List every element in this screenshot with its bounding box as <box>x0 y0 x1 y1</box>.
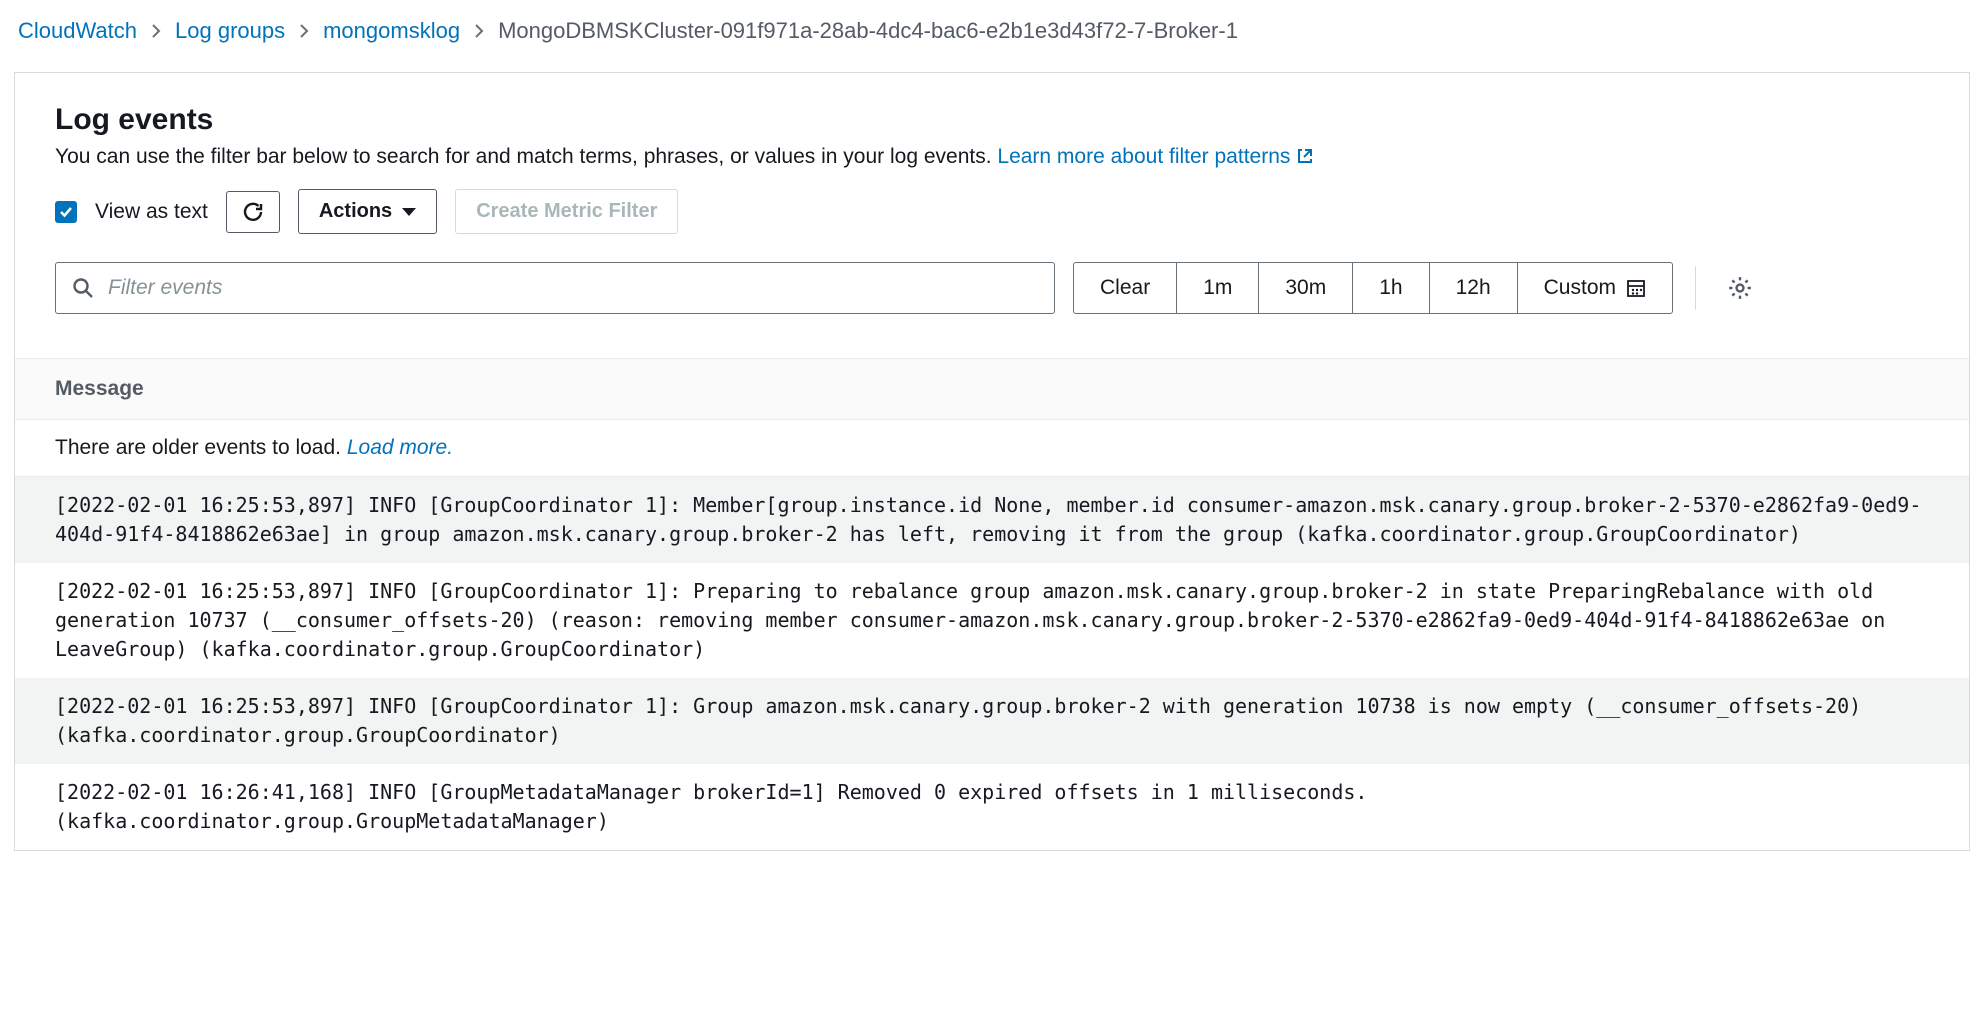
filter-events-search[interactable] <box>55 262 1055 314</box>
search-icon <box>72 277 94 299</box>
refresh-icon <box>241 200 265 224</box>
learn-more-link[interactable]: Learn more about filter patterns <box>997 145 1314 168</box>
log-event-row: [2022-02-01 16:25:53,897] INFO [GroupCoo… <box>15 563 1969 678</box>
breadcrumb: CloudWatch Log groups mongomsklog MongoD… <box>0 0 1984 62</box>
older-events-text: There are older events to load. <box>55 436 347 459</box>
external-link-icon <box>1296 147 1314 165</box>
chevron-right-icon <box>151 23 161 39</box>
breadcrumb-link-log-groups[interactable]: Log groups <box>175 18 285 44</box>
table-column-message: Message <box>15 358 1969 420</box>
time-range-custom[interactable]: Custom <box>1518 263 1672 313</box>
subtitle-text: You can use the filter bar below to sear… <box>55 145 997 168</box>
page-title: Log events <box>55 103 1929 137</box>
view-as-text-checkbox[interactable] <box>55 201 77 223</box>
log-event-row: [2022-02-01 16:26:41,168] INFO [GroupMet… <box>15 764 1969 850</box>
learn-more-label: Learn more about filter patterns <box>997 145 1290 168</box>
vertical-divider <box>1695 266 1696 310</box>
time-range-1h[interactable]: 1h <box>1353 263 1429 313</box>
gear-icon <box>1727 275 1753 301</box>
breadcrumb-link-cloudwatch[interactable]: CloudWatch <box>18 18 137 44</box>
refresh-button[interactable] <box>226 191 280 233</box>
view-as-text-label: View as text <box>95 200 208 224</box>
chevron-right-icon <box>474 23 484 39</box>
create-metric-filter-label: Create Metric Filter <box>476 200 657 223</box>
calendar-icon <box>1626 278 1646 298</box>
log-events-panel: Log events You can use the filter bar be… <box>14 72 1970 851</box>
time-range-30m[interactable]: 30m <box>1259 263 1353 313</box>
filter-row: Clear 1m 30m 1h 12h Custom <box>55 262 1929 314</box>
caret-down-icon <box>402 208 416 216</box>
time-range-selector: Clear 1m 30m 1h 12h Custom <box>1073 262 1673 314</box>
create-metric-filter-button[interactable]: Create Metric Filter <box>455 189 678 234</box>
actions-button[interactable]: Actions <box>298 189 437 234</box>
chevron-right-icon <box>299 23 309 39</box>
filter-events-input[interactable] <box>94 276 1038 300</box>
toolbar: View as text Actions Create Metric Filte… <box>55 189 1929 234</box>
breadcrumb-current: MongoDBMSKCluster-091f971a-28ab-4dc4-bac… <box>498 18 1238 44</box>
time-range-12h[interactable]: 12h <box>1430 263 1518 313</box>
time-range-1m[interactable]: 1m <box>1177 263 1259 313</box>
settings-button[interactable] <box>1718 262 1762 314</box>
actions-label: Actions <box>319 200 392 223</box>
time-range-custom-label: Custom <box>1544 276 1616 300</box>
older-events-row: There are older events to load. Load mor… <box>15 420 1969 477</box>
log-event-row: [2022-02-01 16:25:53,897] INFO [GroupCoo… <box>15 678 1969 764</box>
load-more-link[interactable]: Load more. <box>347 436 453 459</box>
page-subtitle: You can use the filter bar below to sear… <box>55 145 1929 169</box>
breadcrumb-link-mongomsklog[interactable]: mongomsklog <box>323 18 460 44</box>
time-range-clear[interactable]: Clear <box>1074 263 1177 313</box>
log-event-row: [2022-02-01 16:25:53,897] INFO [GroupCoo… <box>15 477 1969 563</box>
